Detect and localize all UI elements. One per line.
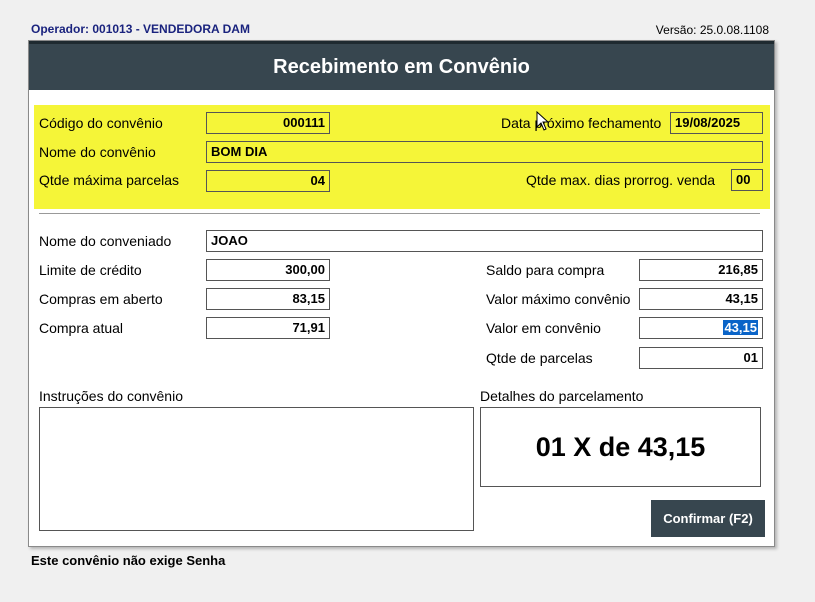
nome-conveniado-label: Nome do conveniado [39, 233, 172, 249]
senha-note: Este convênio não exige Senha [31, 553, 226, 568]
qtde-parcelas-label: Qtde de parcelas [486, 350, 593, 366]
section-divider [39, 213, 760, 214]
compras-aberto-label: Compras em aberto [39, 291, 163, 307]
valor-maximo-label: Valor máximo convênio [486, 291, 631, 307]
dias-prorrog-field[interactable]: 00 [731, 169, 763, 191]
version-label: Versão: 25.0.08.1108 [655, 23, 769, 37]
qtde-parcelas-field[interactable]: 01 [639, 347, 763, 369]
dias-prorrog-label: Qtde max. dias prorrog. venda [526, 172, 716, 188]
nome-convenio-label: Nome do convênio [39, 144, 156, 160]
compras-aberto-field[interactable]: 83,15 [206, 288, 330, 310]
valor-maximo-field[interactable]: 43,15 [639, 288, 763, 310]
limite-credito-field[interactable]: 300,00 [206, 259, 330, 281]
codigo-convenio-label: Código do convênio [39, 115, 163, 131]
nome-convenio-field[interactable]: BOM DIA [206, 141, 763, 163]
saldo-compra-label: Saldo para compra [486, 262, 605, 278]
qtde-max-parcelas-label: Qtde máxima parcelas [39, 172, 180, 188]
compra-atual-label: Compra atual [39, 320, 124, 336]
compra-atual-field[interactable]: 71,91 [206, 317, 330, 339]
saldo-compra-field[interactable]: 216,85 [639, 259, 763, 281]
codigo-convenio-field[interactable]: 000111 [206, 112, 330, 134]
valor-convenio-selection: 43,15 [723, 320, 758, 335]
detalhes-parcelamento-display: 01 X de 43,15 [480, 407, 761, 487]
nome-conveniado-field[interactable]: JOAO [206, 230, 763, 252]
data-fechamento-label: Data próximo fechamento [501, 115, 662, 131]
dialog-title: Recebimento em Convênio [29, 41, 774, 90]
valor-convenio-label: Valor em convênio [486, 320, 601, 336]
convenio-info-panel: Código do convênio 000111 Data próximo f… [34, 105, 770, 209]
instrucoes-textarea[interactable] [39, 407, 474, 531]
qtde-max-parcelas-field[interactable]: 04 [206, 170, 330, 192]
limite-credito-label: Limite de crédito [39, 262, 142, 278]
mouse-cursor-icon [536, 111, 550, 131]
instrucoes-label: Instruções do convênio [39, 388, 183, 404]
operator-label: Operador: 001013 - VENDEDORA DAM [31, 22, 250, 36]
confirm-button[interactable]: Confirmar (F2) [651, 500, 765, 537]
convenio-dialog: Recebimento em Convênio Código do convên… [28, 40, 775, 547]
valor-convenio-field[interactable]: 43,15 [639, 317, 763, 339]
data-fechamento-field[interactable]: 19/08/2025 [670, 112, 763, 134]
detalhes-parcelamento-label: Detalhes do parcelamento [480, 388, 644, 404]
